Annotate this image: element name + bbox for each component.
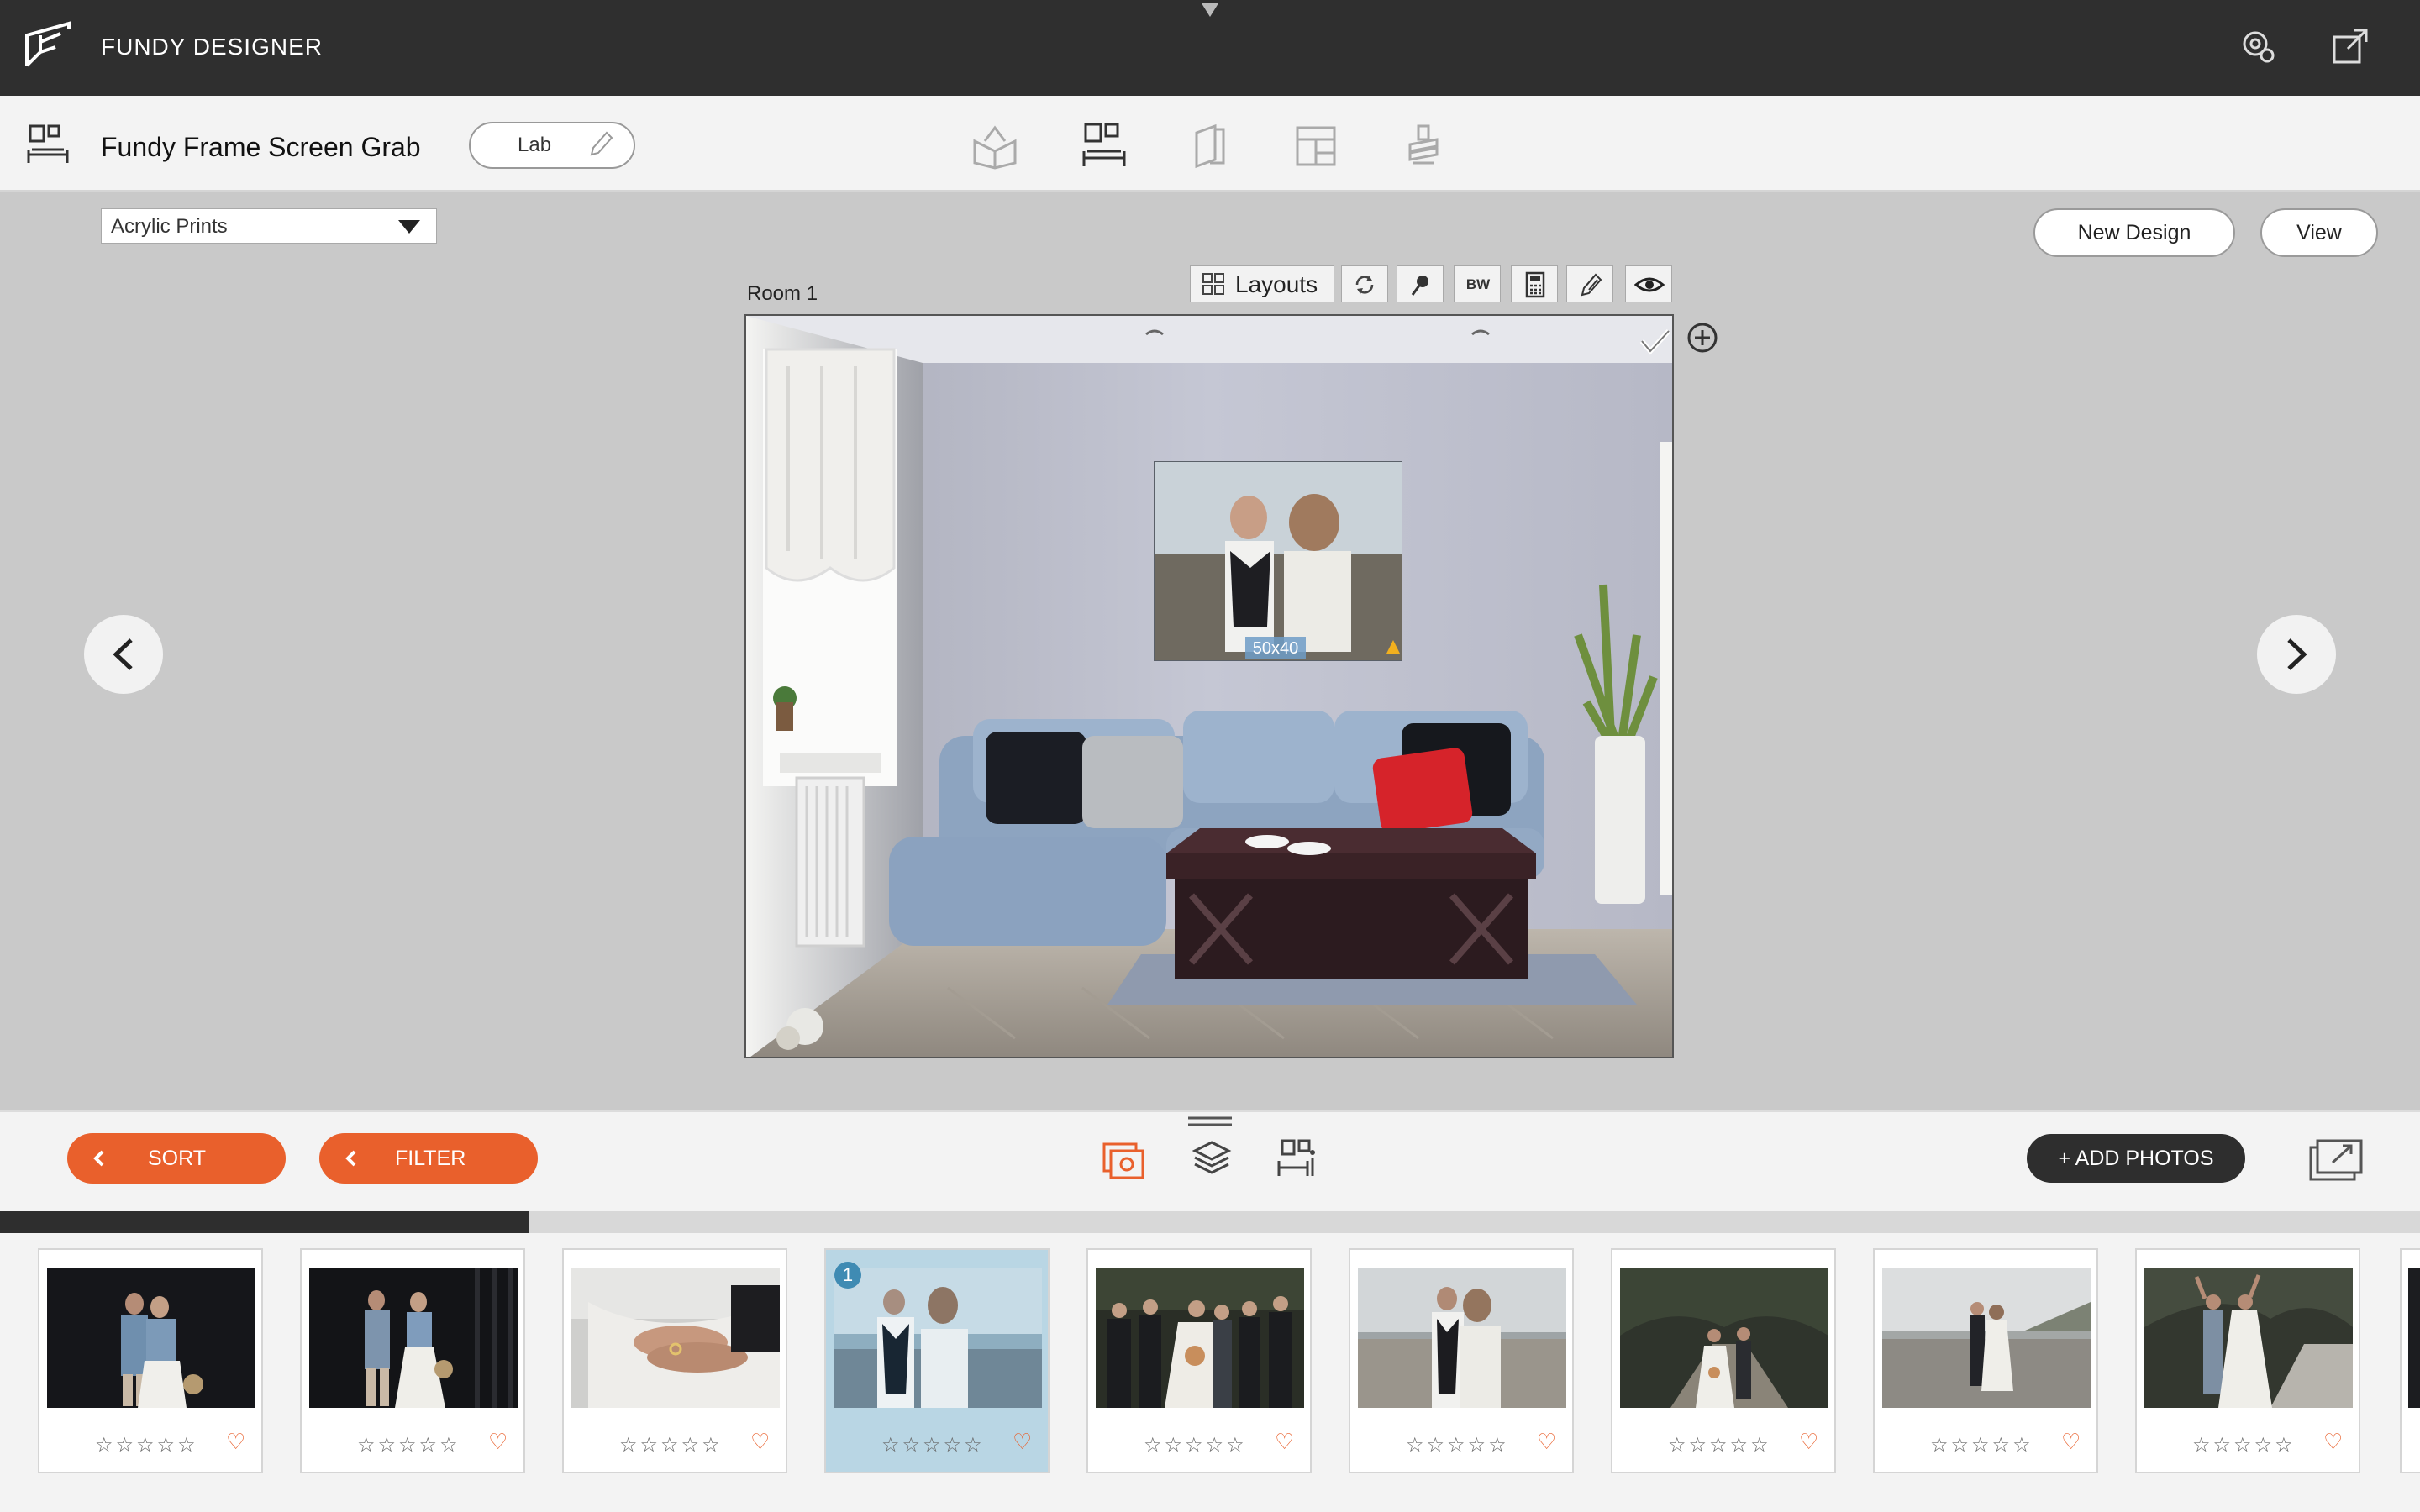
film-strip-scroll-thumb[interactable] — [0, 1211, 529, 1233]
chevron-left-icon — [345, 1150, 356, 1167]
filter-button[interactable]: FILTER — [319, 1133, 538, 1184]
sort-button[interactable]: SORT — [67, 1133, 286, 1184]
collage-mode-icon[interactable] — [1291, 121, 1341, 171]
star-rating[interactable]: ☆☆☆☆☆ — [2192, 1433, 2296, 1457]
pencil-icon[interactable] — [585, 129, 615, 160]
photo-image — [834, 1268, 1042, 1408]
wall-art-mode-icon[interactable] — [1079, 121, 1129, 171]
lab-label: Lab — [518, 134, 552, 156]
pencil-icon — [1581, 273, 1602, 297]
room-preview[interactable]: 50x40 — [744, 314, 1674, 1058]
heart-icon[interactable]: ♡ — [1537, 1430, 1556, 1455]
view-button[interactable]: View — [2260, 208, 2378, 257]
chevron-left-icon — [93, 1150, 104, 1167]
heart-icon[interactable]: ♡ — [1013, 1430, 1032, 1455]
heart-icon[interactable]: ♡ — [226, 1430, 245, 1455]
app-logo-icon — [25, 21, 71, 67]
resize-handle[interactable] — [1186, 1116, 1234, 1127]
heart-icon[interactable]: ♡ — [488, 1430, 508, 1455]
pin-icon — [1411, 276, 1428, 296]
photo-image — [571, 1268, 780, 1408]
chevron-down-icon — [398, 220, 420, 234]
print-size-label: 50x40 — [1253, 639, 1299, 658]
room-label: Room 1 — [747, 282, 818, 305]
heart-icon[interactable]: ♡ — [2323, 1430, 2343, 1455]
project-name: Fundy Frame Screen Grab — [101, 132, 421, 162]
star-rating[interactable]: ☆☆☆☆☆ — [619, 1433, 723, 1457]
star-rating[interactable]: ☆☆☆☆☆ — [1930, 1433, 2033, 1457]
calculator-icon — [1525, 271, 1545, 298]
photo-image — [1096, 1268, 1304, 1408]
star-rating[interactable]: ☆☆☆☆☆ — [1144, 1433, 1247, 1457]
rooms-view-icon[interactable] — [1274, 1136, 1321, 1183]
photo-image — [1358, 1268, 1566, 1408]
app-title: FUNDY DESIGNER — [101, 34, 323, 60]
edit-button[interactable] — [1566, 265, 1613, 302]
photo-thumbnail[interactable]: ☆☆☆☆☆ ♡ — [562, 1248, 787, 1473]
next-room-button[interactable] — [2257, 615, 2336, 694]
layers-view-icon[interactable] — [1188, 1136, 1235, 1183]
photo-thumbnail[interactable]: ☆☆☆☆☆ ♡ — [300, 1248, 525, 1473]
rotate-icon — [1355, 276, 1374, 294]
photo-image — [1882, 1268, 2091, 1408]
add-photos-button[interactable]: + ADD PHOTOS — [2027, 1134, 2245, 1183]
cards-mode-icon[interactable] — [1185, 121, 1235, 171]
room-scene-image: 50x40 — [746, 316, 1672, 1057]
photo-thumbnail[interactable]: ☆☆☆☆☆ ♡ — [2135, 1248, 2360, 1473]
photo-image — [1620, 1268, 1828, 1408]
chevron-left-icon — [113, 638, 133, 670]
calculator-button[interactable] — [1511, 265, 1558, 302]
photo-thumbnail[interactable]: ☆☆☆☆☆ ♡ — [38, 1248, 263, 1473]
eye-icon — [1634, 277, 1665, 292]
star-rating[interactable]: ☆☆☆☆☆ — [1406, 1433, 1509, 1457]
photo-image — [47, 1268, 255, 1408]
heart-icon[interactable]: ♡ — [750, 1430, 770, 1455]
filter-label: FILTER — [395, 1147, 466, 1170]
bw-button[interactable]: BW — [1454, 265, 1501, 302]
photo-thumbnail[interactable]: ☆☆☆☆☆ ♡ — [1873, 1248, 2098, 1473]
star-rating[interactable]: ☆☆☆☆☆ — [357, 1433, 460, 1457]
photo-thumbnail[interactable]: ☆☆☆☆☆ ♡ — [1086, 1248, 1312, 1473]
new-design-button[interactable]: New Design — [2033, 208, 2235, 257]
grid-icon — [1202, 273, 1224, 295]
export-icon[interactable] — [2307, 1136, 2368, 1183]
plus-circle-icon[interactable] — [1686, 321, 1719, 354]
photo-image — [2144, 1268, 2353, 1408]
proofing-mode-icon[interactable] — [1398, 121, 1449, 171]
photos-view-icon[interactable] — [1101, 1136, 1148, 1183]
star-rating[interactable]: ☆☆☆☆☆ — [881, 1433, 985, 1457]
chevron-down-icon[interactable] — [1198, 0, 1222, 20]
pin-button[interactable] — [1397, 265, 1444, 302]
settings-gear-icon[interactable] — [2237, 25, 2279, 67]
heart-icon[interactable]: ♡ — [1275, 1430, 1294, 1455]
heart-icon[interactable]: ♡ — [1799, 1430, 1818, 1455]
photo-thumbnail[interactable]: ☆☆☆☆☆ ♡ — [1611, 1248, 1836, 1473]
bw-label: BW — [1465, 276, 1491, 292]
preview-button[interactable] — [1625, 265, 1672, 302]
popout-icon[interactable] — [2329, 25, 2371, 67]
photo-thumbnail[interactable]: ☆☆☆☆☆ ♡ — [1349, 1248, 1574, 1473]
photo-image — [2408, 1268, 2420, 1408]
photo-thumbnail-partial[interactable] — [2400, 1248, 2420, 1473]
star-rating[interactable]: ☆☆☆☆☆ — [95, 1433, 198, 1457]
photo-image — [309, 1268, 518, 1408]
star-rating[interactable]: ☆☆☆☆☆ — [1668, 1433, 1771, 1457]
photo-thumbnail-selected[interactable]: 1 ☆☆☆☆☆ ♡ — [824, 1248, 1050, 1473]
product-type-value: Acrylic Prints — [111, 215, 228, 238]
usage-count-badge: 1 — [834, 1262, 861, 1289]
previous-room-button[interactable] — [84, 615, 163, 694]
rotate-button[interactable] — [1341, 265, 1388, 302]
album-mode-icon[interactable] — [970, 121, 1020, 171]
heart-icon[interactable]: ♡ — [2061, 1430, 2081, 1455]
sort-label: SORT — [148, 1147, 206, 1170]
chevron-right-icon — [2287, 638, 2307, 670]
layouts-label: Layouts — [1235, 271, 1318, 297]
wall-art-icon — [27, 124, 69, 163]
